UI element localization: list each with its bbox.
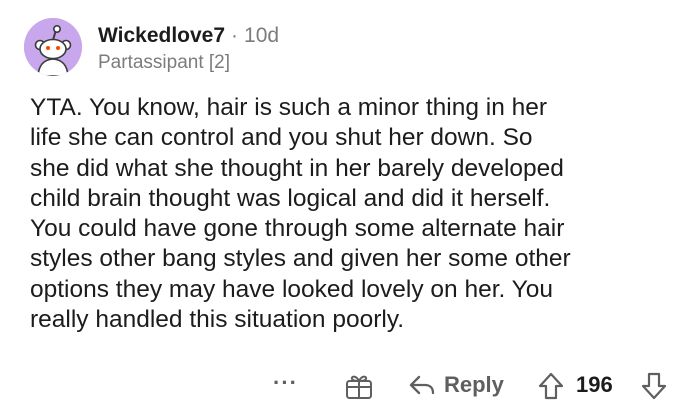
downvote-arrow-icon: [641, 372, 667, 400]
award-gift-icon: [346, 375, 372, 399]
award-button[interactable]: [344, 372, 374, 405]
comment-age[interactable]: 10d: [244, 24, 279, 47]
reply-label: Reply: [444, 372, 504, 397]
reply-arrow-icon: [409, 375, 435, 395]
upvote-arrow-icon: [538, 372, 564, 400]
downvote-button[interactable]: [640, 372, 668, 405]
more-options-button[interactable]: ···: [273, 370, 298, 396]
user-flair: Partassipant [2]: [98, 52, 231, 73]
comment-header: Wickedlove7 · 10d: [98, 23, 279, 49]
comment-actions: ··· Reply 196: [0, 368, 700, 404]
snoo-avatar-icon: [24, 18, 82, 76]
author-name[interactable]: Wickedlove7: [98, 24, 225, 47]
comment-body: YTA. You know, hair is such a minor thin…: [30, 94, 571, 334]
user-avatar[interactable]: [24, 18, 82, 76]
separator-dot: ·: [231, 24, 239, 47]
upvote-button[interactable]: [537, 372, 565, 405]
vote-score: 196: [576, 372, 613, 397]
comment: Wickedlove7 · 10d Partassipant [2] YTA. Yo…: [0, 0, 700, 413]
reply-button[interactable]: Reply: [408, 370, 504, 400]
